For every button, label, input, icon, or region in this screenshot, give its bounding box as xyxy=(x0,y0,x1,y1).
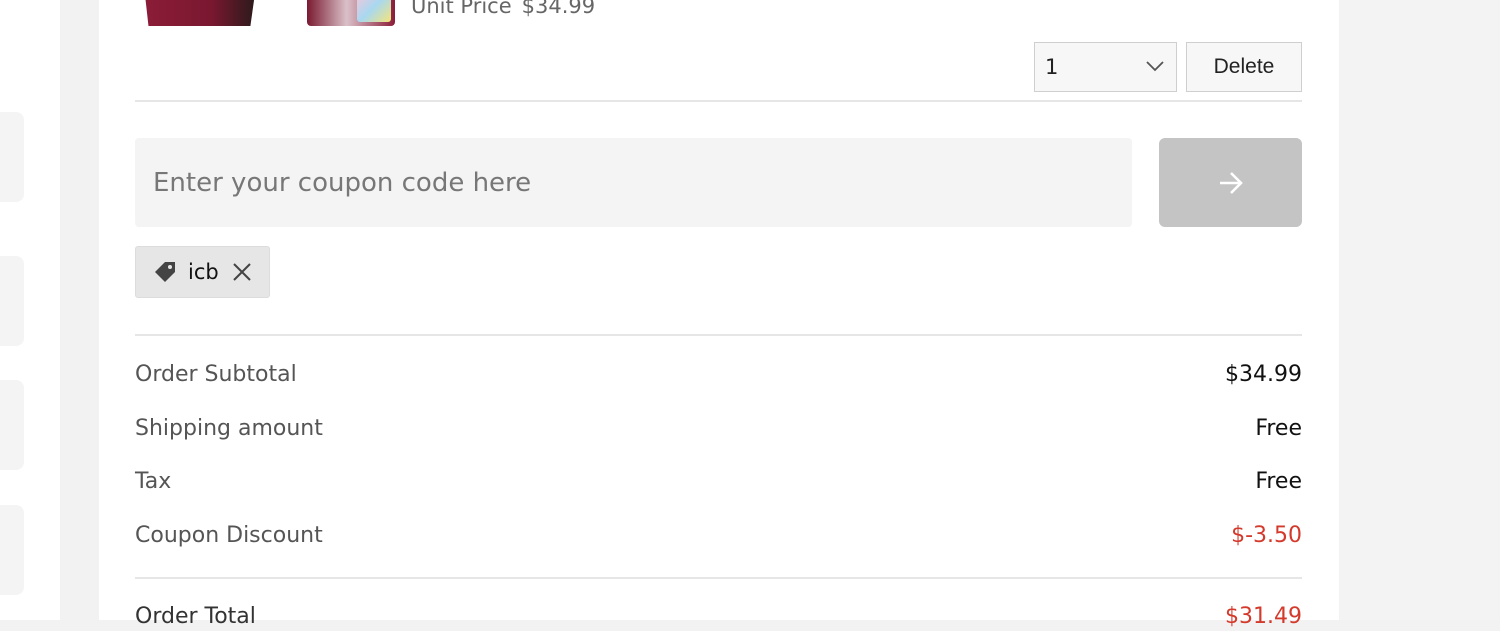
total-label: Order Total xyxy=(135,603,256,629)
divider xyxy=(135,100,1302,102)
total-value: $31.49 xyxy=(1225,603,1302,629)
close-icon xyxy=(233,263,251,281)
left-card xyxy=(0,256,24,346)
quantity-select[interactable]: 1 xyxy=(1034,42,1177,92)
remove-coupon-button[interactable] xyxy=(231,261,253,283)
quantity-value: 1 xyxy=(1045,55,1059,79)
applied-coupon-chip: icb xyxy=(135,246,270,298)
tax-row: Tax Free xyxy=(135,466,1302,496)
left-card xyxy=(0,505,24,595)
discount-label: Coupon Discount xyxy=(135,522,323,548)
apply-coupon-button[interactable] xyxy=(1159,138,1302,227)
total-row: Order Total $31.49 xyxy=(135,601,1302,631)
right-background xyxy=(1339,0,1500,620)
divider xyxy=(135,334,1302,336)
arrow-right-icon xyxy=(1219,171,1243,194)
discount-row: Coupon Discount $-3.50 xyxy=(135,520,1302,550)
tag-icon xyxy=(155,262,175,282)
left-background xyxy=(0,0,60,620)
shipping-value: Free xyxy=(1255,415,1302,441)
coupon-input[interactable] xyxy=(135,138,1132,227)
delete-button[interactable]: Delete xyxy=(1186,42,1302,92)
unit-price-value: $34.99 xyxy=(521,0,596,18)
chevron-down-icon xyxy=(1146,61,1164,72)
discount-value: $-3.50 xyxy=(1231,522,1302,548)
subtotal-row: Order Subtotal $34.99 xyxy=(135,359,1302,389)
coupon-code-label: icb xyxy=(188,260,219,284)
shipping-label: Shipping amount xyxy=(135,415,323,441)
unit-price-label: Unit Price xyxy=(411,0,512,18)
left-card xyxy=(0,112,24,202)
divider xyxy=(135,577,1302,579)
subtotal-value: $34.99 xyxy=(1225,361,1302,387)
phone-screen-image xyxy=(357,0,391,22)
tax-value: Free xyxy=(1255,468,1302,494)
unit-price: Unit Price $34.99 xyxy=(411,0,595,18)
cart-panel: Unit Price$34.99 1 Delete icb Order Subt xyxy=(99,0,1339,629)
left-card xyxy=(0,380,24,470)
product-thumbnail[interactable] xyxy=(144,0,256,26)
shipping-row: Shipping amount Free xyxy=(135,413,1302,443)
subtotal-label: Order Subtotal xyxy=(135,361,297,387)
tax-label: Tax xyxy=(135,468,172,494)
product-thumbnail[interactable] xyxy=(307,0,395,26)
